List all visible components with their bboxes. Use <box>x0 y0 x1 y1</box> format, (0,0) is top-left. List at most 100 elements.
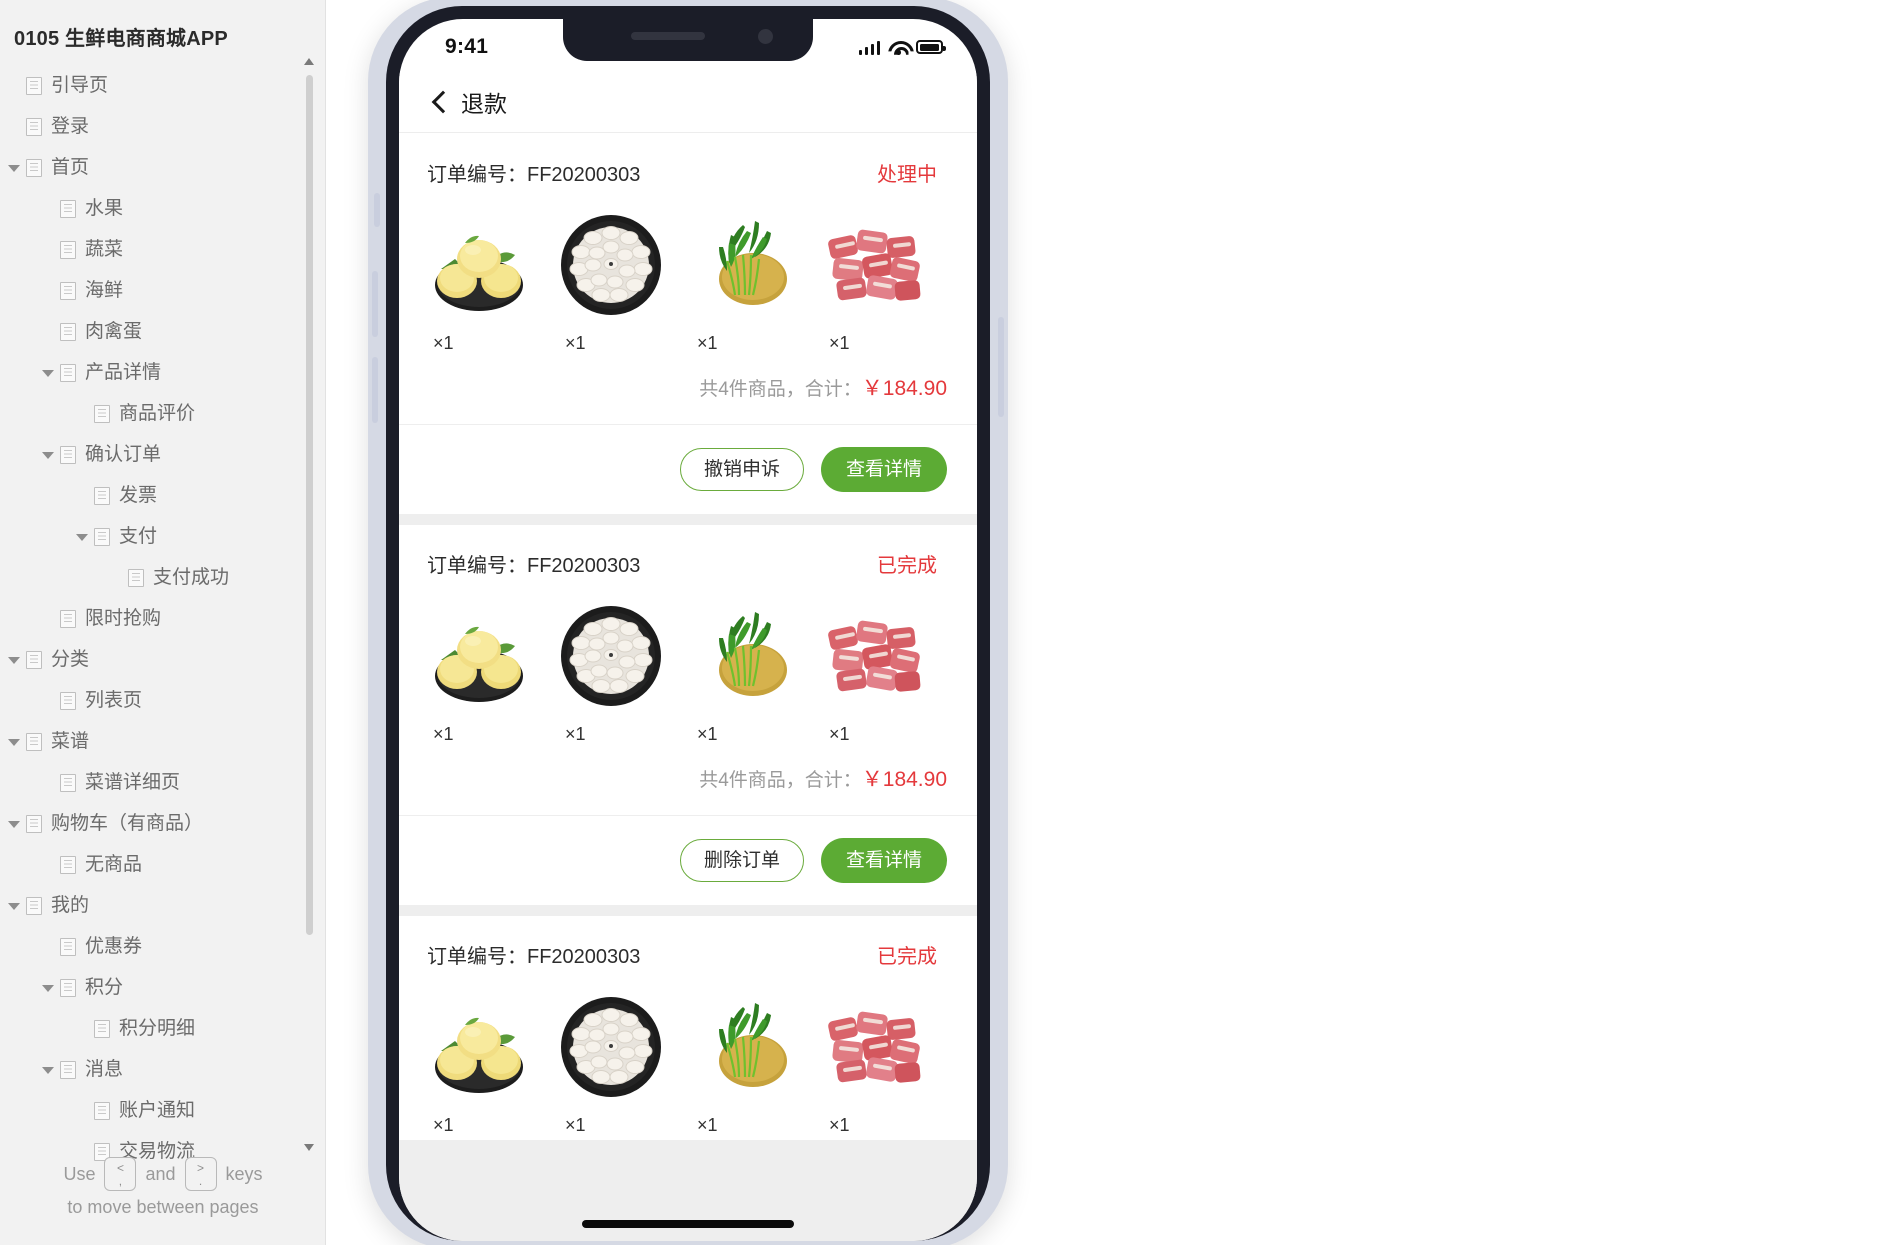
goods-row: ×1 ×1 ×1 ×1 <box>399 983 977 1140</box>
goods-item[interactable]: ×1 <box>817 989 939 1136</box>
sidebar-item-label: 菜谱 <box>51 731 90 752</box>
sidebar-item-19[interactable]: 购物车（有商品） <box>0 803 325 844</box>
power-button[interactable] <box>998 317 1004 417</box>
goods-item[interactable]: ×1 <box>421 598 543 745</box>
caret-down-icon[interactable] <box>40 980 56 996</box>
sidebar-item-2[interactable]: 登录 <box>0 106 325 147</box>
scrollbar-thumb[interactable] <box>306 75 313 935</box>
page-document-icon <box>60 773 76 792</box>
order-card[interactable]: 订单编号：FF20200303 处理中 ×1 ×1 ×1 ×1 共4件商品，合计：￥184.… <box>399 134 977 514</box>
goods-item[interactable]: ×1 <box>817 598 939 745</box>
sidebar-item-21[interactable]: 我的 <box>0 885 325 926</box>
sidebar-item-11[interactable]: 发票 <box>0 475 325 516</box>
sidebar-item-label: 产品详情 <box>85 362 162 383</box>
order-summary: 共4件商品，合计：￥184.90 <box>399 358 977 424</box>
volume-up-button[interactable] <box>372 271 378 337</box>
page-document-icon <box>26 76 42 95</box>
sidebar-item-label: 水果 <box>85 198 124 219</box>
sidebar-item-4[interactable]: 水果 <box>0 188 325 229</box>
volume-down-button[interactable] <box>372 357 378 423</box>
sidebar-item-5[interactable]: 蔬菜 <box>0 229 325 270</box>
sidebar-item-label: 列表页 <box>85 690 143 711</box>
order-summary: 共4件商品，合计：￥184.90 <box>399 749 977 815</box>
caret-down-icon[interactable] <box>6 160 22 176</box>
goods-item[interactable]: ×1 <box>685 598 807 745</box>
sidebar-item-label: 海鲜 <box>85 280 124 301</box>
sidebar-item-14[interactable]: 限时抢购 <box>0 598 325 639</box>
home-indicator[interactable] <box>582 1220 794 1228</box>
sidebar-item-9[interactable]: 商品评价 <box>0 393 325 434</box>
caret-down-icon[interactable] <box>40 365 56 381</box>
goods-item[interactable]: ×1 <box>685 207 807 354</box>
order-card[interactable]: 订单编号：FF20200303 已完成 ×1 ×1 ×1 ×1 <box>399 916 977 1140</box>
order-card[interactable]: 订单编号：FF20200303 已完成 ×1 ×1 ×1 ×1 共4件商品，合计：￥184.… <box>399 525 977 905</box>
sidebar-item-7[interactable]: 肉禽蛋 <box>0 311 325 352</box>
goods-item[interactable]: ×1 <box>553 989 675 1136</box>
caret-down-icon[interactable] <box>40 447 56 463</box>
sidebar-item-8[interactable]: 产品详情 <box>0 352 325 393</box>
page-document-icon <box>60 1060 76 1079</box>
sidebar-scrollbar[interactable] <box>303 55 316 1155</box>
next-page-keycap-icon: > . <box>184 1157 217 1191</box>
sidebar-item-6[interactable]: 海鲜 <box>0 270 325 311</box>
sidebar-item-25[interactable]: 消息 <box>0 1049 325 1090</box>
caret-spacer <box>6 119 22 135</box>
goods-item[interactable]: ×1 <box>553 207 675 354</box>
goods-item[interactable]: ×1 <box>421 207 543 354</box>
goods-item[interactable]: ×1 <box>817 207 939 354</box>
page-document-icon <box>60 281 76 300</box>
lemons-product-image <box>421 207 537 323</box>
secondary-action-button[interactable]: 撤销申诉 <box>679 448 804 491</box>
sidebar-item-20[interactable]: 无商品 <box>0 844 325 885</box>
caret-down-icon[interactable] <box>6 816 22 832</box>
sidebar-item-13[interactable]: 支付成功 <box>0 557 325 598</box>
sidebar-item-23[interactable]: 积分 <box>0 967 325 1008</box>
sidebar-item-16[interactable]: 列表页 <box>0 680 325 721</box>
sidebar-item-10[interactable]: 确认订单 <box>0 434 325 475</box>
view-detail-button[interactable]: 查看详情 <box>820 838 947 883</box>
sidebar-item-15[interactable]: 分类 <box>0 639 325 680</box>
page-tree-sidebar: 0105 生鲜电商商城APP 引导页 登录 首页 水果 蔬菜 海鲜 肉禽蛋 产品详情 商品评价确… <box>0 0 326 1245</box>
caret-down-icon[interactable] <box>40 1062 56 1078</box>
goods-item[interactable]: ×1 <box>553 598 675 745</box>
goods-item[interactable]: ×1 <box>685 989 807 1136</box>
order-number-label: 订单编号： <box>427 164 527 186</box>
sidebar-item-1[interactable]: 引导页 <box>0 65 325 106</box>
sidebar-item-3[interactable]: 首页 <box>0 147 325 188</box>
keycap-prev-bottom: , <box>118 1173 123 1188</box>
status-clock: 9:41 <box>445 35 489 58</box>
caret-spacer <box>40 201 56 217</box>
sidebar-item-17[interactable]: 菜谱 <box>0 721 325 762</box>
page-title: 退款 <box>461 90 507 117</box>
sidebar-item-label: 无商品 <box>85 854 143 875</box>
sidebar-item-26[interactable]: 账户通知 <box>0 1090 325 1131</box>
secondary-action-button[interactable]: 删除订单 <box>679 839 804 882</box>
goods-item[interactable]: ×1 <box>421 989 543 1136</box>
page-document-icon <box>60 937 76 956</box>
sidebar-item-22[interactable]: 优惠券 <box>0 926 325 967</box>
sidebar-item-label: 登录 <box>51 116 90 137</box>
back-chevron-icon[interactable] <box>427 89 453 115</box>
caret-down-icon[interactable] <box>6 898 22 914</box>
caret-down-icon[interactable] <box>74 529 90 545</box>
order-list[interactable]: 订单编号：FF20200303 处理中 ×1 ×1 ×1 ×1 共4件商品，合计：￥184.… <box>399 134 977 1241</box>
keyboard-hint: Use < , and > . keys to move between pag… <box>0 1157 325 1223</box>
sidebar-item-label: 引导页 <box>51 75 109 96</box>
sidebar-item-18[interactable]: 菜谱详细页 <box>0 762 325 803</box>
silent-switch-button[interactable] <box>374 193 380 227</box>
caret-down-icon[interactable] <box>6 652 22 668</box>
scroll-up-arrow-icon[interactable] <box>303 55 316 69</box>
caret-spacer <box>74 1021 90 1037</box>
caret-down-icon[interactable] <box>6 734 22 750</box>
nav-bar: 退款 <box>399 71 977 133</box>
caret-spacer <box>40 324 56 340</box>
view-detail-button[interactable]: 查看详情 <box>820 447 947 492</box>
caret-spacer <box>40 693 56 709</box>
goods-quantity: ×1 <box>829 724 850 744</box>
scroll-down-arrow-icon[interactable] <box>303 1141 316 1155</box>
sidebar-item-24[interactable]: 积分明细 <box>0 1008 325 1049</box>
currency-symbol: ￥ <box>861 377 883 400</box>
phone-outer-shell: 9:41 退款 订单编号：FF20200303 处理中 ×1 ×1 ×1 ×1 共4件商品，… <box>368 0 1008 1245</box>
page-document-icon <box>94 527 110 546</box>
sidebar-item-12[interactable]: 支付 <box>0 516 325 557</box>
